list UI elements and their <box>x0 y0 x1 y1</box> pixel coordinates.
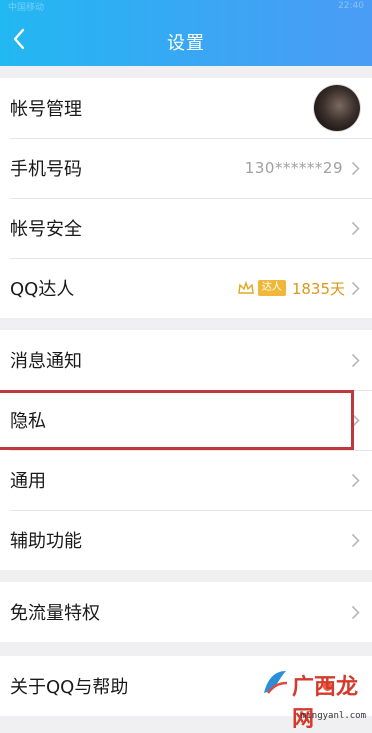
carrier-text: 中国移动 <box>8 2 45 13</box>
row-account-management[interactable]: 帐号管理 <box>0 78 372 138</box>
avatar <box>314 85 360 131</box>
chevron-right-icon <box>351 413 360 428</box>
row-general[interactable]: 通用 <box>0 450 372 510</box>
title-bar: 中国移动 22:40 设置 <box>0 0 372 66</box>
phone-value: 130******29 <box>244 159 343 177</box>
expert-badge: 达人 <box>237 280 286 296</box>
page-title: 设置 <box>167 33 205 54</box>
chevron-right-icon <box>351 533 360 548</box>
settings-group-general: 消息通知 隐私 通用 辅助功能 <box>0 330 372 570</box>
chevron-right-icon <box>351 161 360 176</box>
watermark-logo-icon <box>264 671 288 694</box>
row-label: 免流量特权 <box>10 603 100 624</box>
row-label: 隐私 <box>10 411 46 432</box>
watermark-url: mingyanl.com <box>300 711 366 721</box>
expert-days: 1835天 <box>291 279 345 298</box>
row-qq-expert[interactable]: QQ达人 达人 1835天 <box>0 258 372 318</box>
row-label: QQ达人 <box>10 279 75 300</box>
chevron-right-icon <box>351 473 360 488</box>
row-phone-number[interactable]: 手机号码 130******29 <box>0 138 372 198</box>
row-notifications[interactable]: 消息通知 <box>0 330 372 390</box>
chevron-right-icon <box>351 353 360 368</box>
row-label: 消息通知 <box>10 351 82 372</box>
chevron-right-icon <box>351 221 360 236</box>
row-label: 关于QQ与帮助 <box>10 677 129 698</box>
row-label: 通用 <box>10 471 46 492</box>
chevron-right-icon <box>351 605 360 620</box>
crown-icon <box>238 280 254 294</box>
settings-group-account: 帐号管理 手机号码 130******29 帐号安全 QQ达人 达人 1835天 <box>0 78 372 318</box>
watermark-brand: 广西龙网 <box>292 675 359 732</box>
row-label: 辅助功能 <box>10 531 82 552</box>
row-privacy[interactable]: 隐私 <box>0 390 372 450</box>
settings-group-data: 免流量特权 <box>0 582 372 642</box>
row-account-security[interactable]: 帐号安全 <box>0 198 372 258</box>
clock-text: 22:40 <box>338 1 364 11</box>
chevron-right-icon <box>351 281 360 296</box>
row-data-free[interactable]: 免流量特权 <box>0 582 372 642</box>
row-accessibility[interactable]: 辅助功能 <box>0 510 372 570</box>
row-label: 帐号安全 <box>10 219 82 240</box>
row-label: 手机号码 <box>10 159 82 180</box>
status-bar: 中国移动 22:40 <box>0 0 372 13</box>
watermark: 广西龙网 mingyanl.com <box>258 663 368 732</box>
expert-badge-label: 达人 <box>257 280 286 296</box>
row-label: 帐号管理 <box>10 99 82 120</box>
